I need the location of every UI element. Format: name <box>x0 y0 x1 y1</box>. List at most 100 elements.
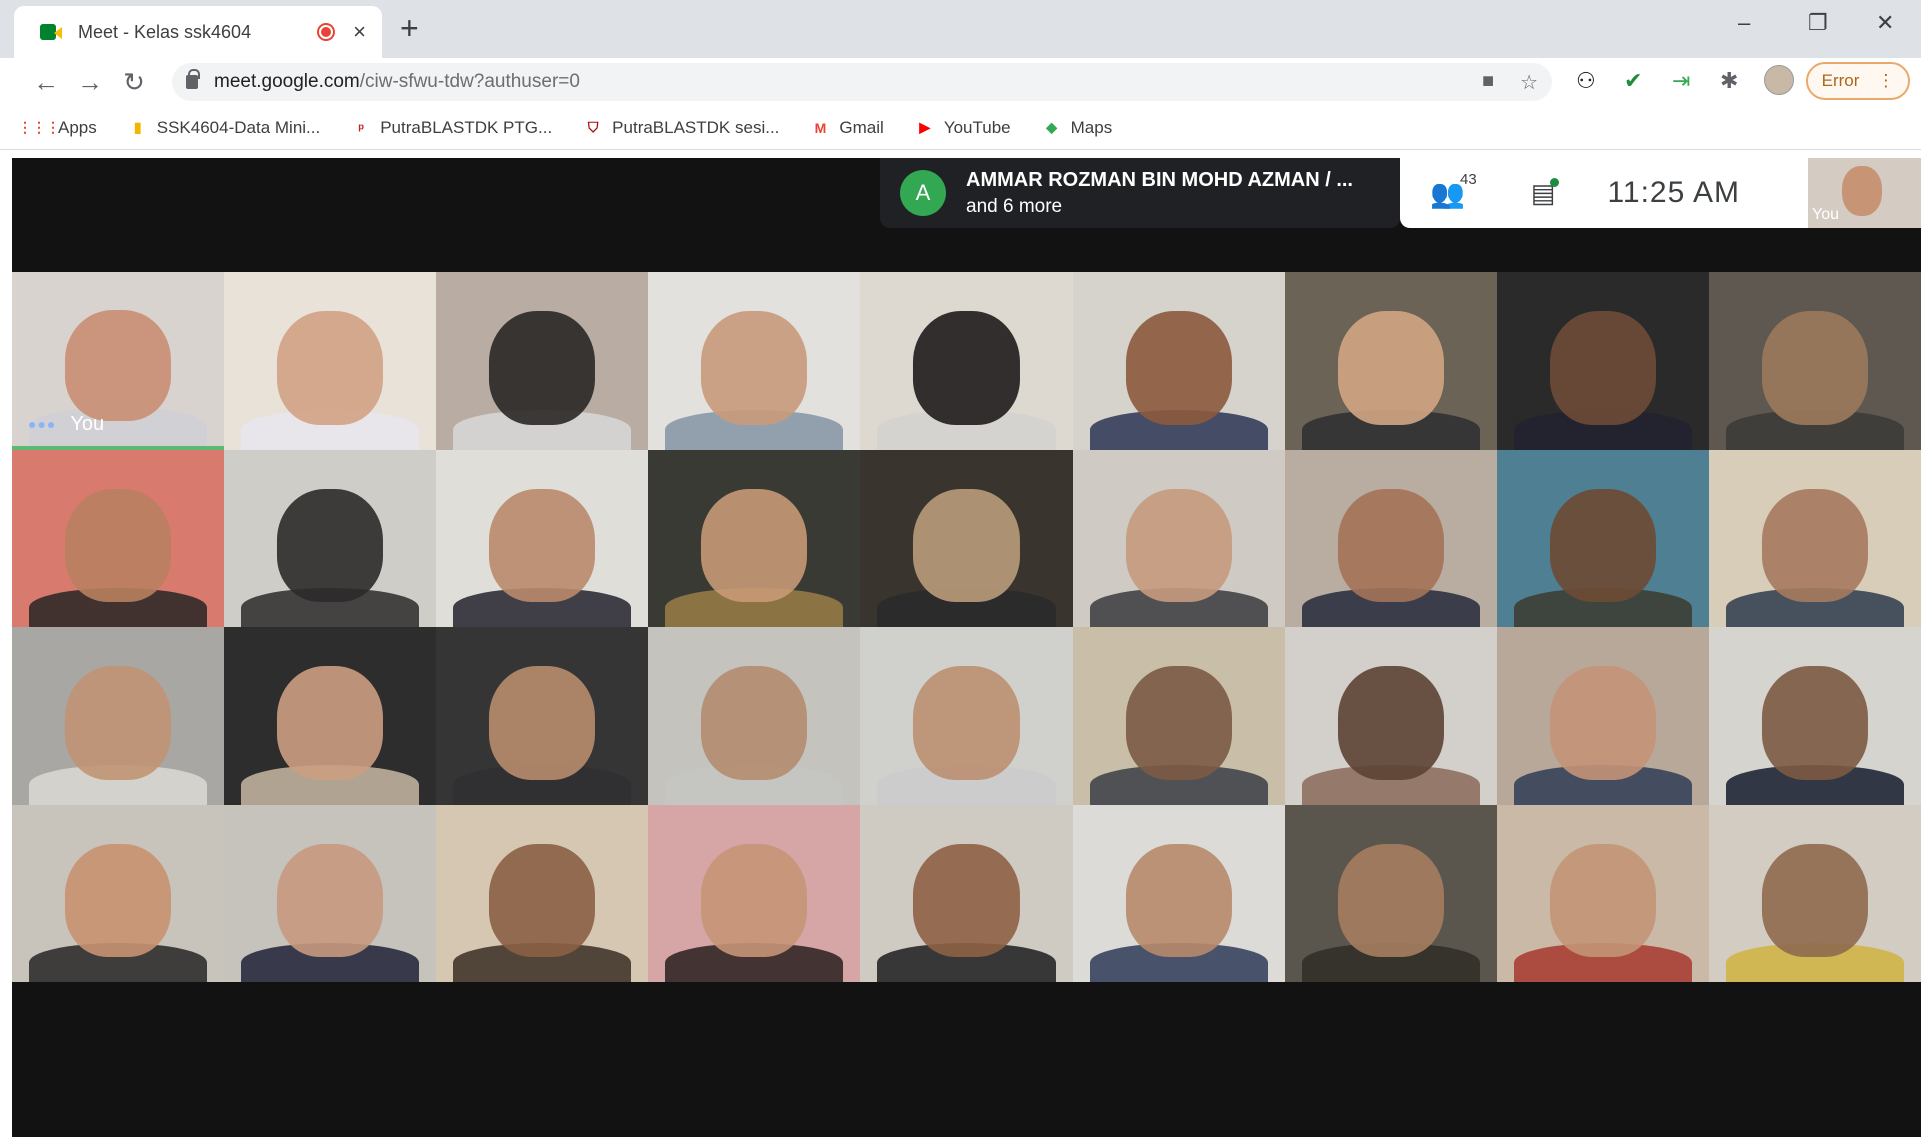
profile-avatar[interactable] <box>1764 65 1794 95</box>
participant-tile[interactable] <box>1072 272 1285 450</box>
presenter-avatar: A <box>900 170 946 216</box>
bookmark-label: Gmail <box>839 117 884 137</box>
participant-tile[interactable] <box>1072 804 1285 982</box>
bookmarks-bar: ⋮⋮⋮ Apps ▮ SSK4604-Data Mini... ᵖ PutraBLASTD… <box>0 106 1921 150</box>
self-view-label: You <box>1812 206 1839 223</box>
participant-video <box>277 488 384 603</box>
puzzle-icon[interactable]: ✱ <box>1720 68 1738 94</box>
participant-video <box>65 843 172 958</box>
participant-tile[interactable] <box>860 804 1073 982</box>
participant-video <box>1761 488 1868 603</box>
participant-tile[interactable] <box>12 804 225 982</box>
participant-tile[interactable] <box>1708 804 1921 982</box>
participant-count: 43 <box>1460 170 1477 188</box>
participant-tile[interactable] <box>436 627 649 805</box>
presenter-banner[interactable]: A AMMAR ROZMAN BIN MOHD AZMAN / ... and … <box>880 158 1400 228</box>
participant-video <box>701 666 808 780</box>
bookmark-item[interactable]: ▶ YouTube <box>916 118 1010 138</box>
browser-toolbar: ← → ↻ meet.google.com /ciw-sfwu-tdw?auth… <box>0 58 1921 106</box>
participant-video <box>913 843 1020 958</box>
bookmark-star-icon[interactable]: ☆ <box>1520 70 1538 95</box>
participant-tile[interactable] <box>1284 627 1497 805</box>
participant-tile[interactable] <box>1496 449 1709 627</box>
participant-tile[interactable] <box>860 627 1073 805</box>
back-button[interactable]: ← <box>24 67 68 98</box>
participant-tile[interactable] <box>224 804 437 982</box>
bookmark-item[interactable]: ⋮⋮⋮ Apps <box>18 117 97 138</box>
forward-button[interactable]: → <box>68 67 112 98</box>
participant-tile[interactable] <box>1496 272 1709 450</box>
meeting-clock: 11:25 AM <box>1607 176 1740 209</box>
bookmark-item[interactable]: ᵖ PutraBLASTDK PTG... <box>352 118 552 138</box>
error-label: Error <box>1821 71 1860 90</box>
participant-tile[interactable] <box>648 804 861 982</box>
bookmark-icon: ▮ <box>133 119 142 135</box>
participant-video <box>1337 488 1444 603</box>
participant-tile[interactable] <box>436 804 649 982</box>
browser-tab[interactable]: Meet - Kelas ssk4604 × <box>14 6 382 58</box>
chat-icon[interactable]: ▤ <box>1531 177 1559 209</box>
participant-tile[interactable] <box>1072 627 1285 805</box>
participant-tile[interactable] <box>224 272 437 450</box>
participant-tile[interactable] <box>12 627 225 805</box>
bookmark-icon: ⛉ <box>587 119 599 135</box>
participant-tile[interactable] <box>1708 449 1921 627</box>
participant-tile[interactable] <box>224 449 437 627</box>
participant-video <box>701 311 808 425</box>
participant-label: ●●● You <box>28 413 104 436</box>
new-tab-button[interactable]: + <box>400 12 419 44</box>
participant-video <box>913 311 1020 425</box>
participant-video <box>489 488 596 603</box>
meet-top-bar: 👥 43 ▤ 11:25 AM <box>1400 158 1808 228</box>
participant-video <box>913 488 1020 603</box>
camera-icon[interactable]: ■ <box>1482 70 1494 95</box>
participant-tile[interactable] <box>1708 272 1921 450</box>
participant-tile[interactable]: ●●● You <box>12 272 225 450</box>
bookmark-label: Maps <box>1070 117 1113 137</box>
bookmark-label: Apps <box>58 117 97 137</box>
participant-tile[interactable] <box>436 272 649 450</box>
url-host: meet.google.com <box>214 71 360 92</box>
participant-tile[interactable] <box>1284 272 1497 450</box>
error-button[interactable]: Error ⋮ <box>1806 62 1910 100</box>
participant-video <box>489 311 596 425</box>
participant-tile[interactable] <box>224 627 437 805</box>
login-extension-icon[interactable]: ⇥ <box>1672 68 1690 94</box>
participant-video <box>701 843 808 958</box>
restore-button[interactable]: ❐ <box>1808 10 1828 36</box>
extension-icon[interactable]: ⚇ <box>1576 68 1596 94</box>
participant-video <box>1337 666 1444 780</box>
checkmark-extension-icon[interactable]: ✔ <box>1624 68 1642 94</box>
address-bar[interactable]: meet.google.com /ciw-sfwu-tdw?authuser=0… <box>172 63 1552 101</box>
participant-video <box>277 666 384 780</box>
participant-video <box>1549 666 1656 780</box>
speaking-indicator-icon: ●●● <box>28 416 57 432</box>
participant-tile[interactable] <box>648 449 861 627</box>
participant-tile[interactable] <box>436 449 649 627</box>
participant-video <box>1761 666 1868 780</box>
people-icon[interactable]: 👥 43 <box>1430 171 1477 210</box>
participant-tile[interactable] <box>648 627 861 805</box>
bookmark-item[interactable]: M Gmail <box>811 117 884 138</box>
participant-tile[interactable] <box>1284 804 1497 982</box>
participant-tile[interactable] <box>12 449 225 627</box>
participant-tile[interactable] <box>648 272 861 450</box>
bookmark-item[interactable]: ◆ Maps <box>1043 117 1113 138</box>
participant-tile[interactable] <box>1072 449 1285 627</box>
participant-tile[interactable] <box>860 449 1073 627</box>
participant-tile[interactable] <box>1496 627 1709 805</box>
minimize-button[interactable]: – <box>1738 10 1750 36</box>
participant-video <box>1761 843 1868 958</box>
tab-title: Meet - Kelas ssk4604 <box>78 21 252 42</box>
reload-button[interactable]: ↻ <box>112 67 156 98</box>
bookmark-item[interactable]: ⛉ PutraBLASTDK sesi... <box>584 118 779 138</box>
participant-tile[interactable] <box>1496 804 1709 982</box>
self-view-thumbnail[interactable]: You <box>1808 158 1921 228</box>
participant-tile[interactable] <box>1708 627 1921 805</box>
tab-close-button[interactable]: × <box>353 21 366 43</box>
close-window-button[interactable]: ✕ <box>1876 10 1894 36</box>
bookmark-item[interactable]: ▮ SSK4604-Data Mini... <box>129 118 320 138</box>
participant-video <box>277 311 384 425</box>
participant-tile[interactable] <box>860 272 1073 450</box>
participant-tile[interactable] <box>1284 449 1497 627</box>
